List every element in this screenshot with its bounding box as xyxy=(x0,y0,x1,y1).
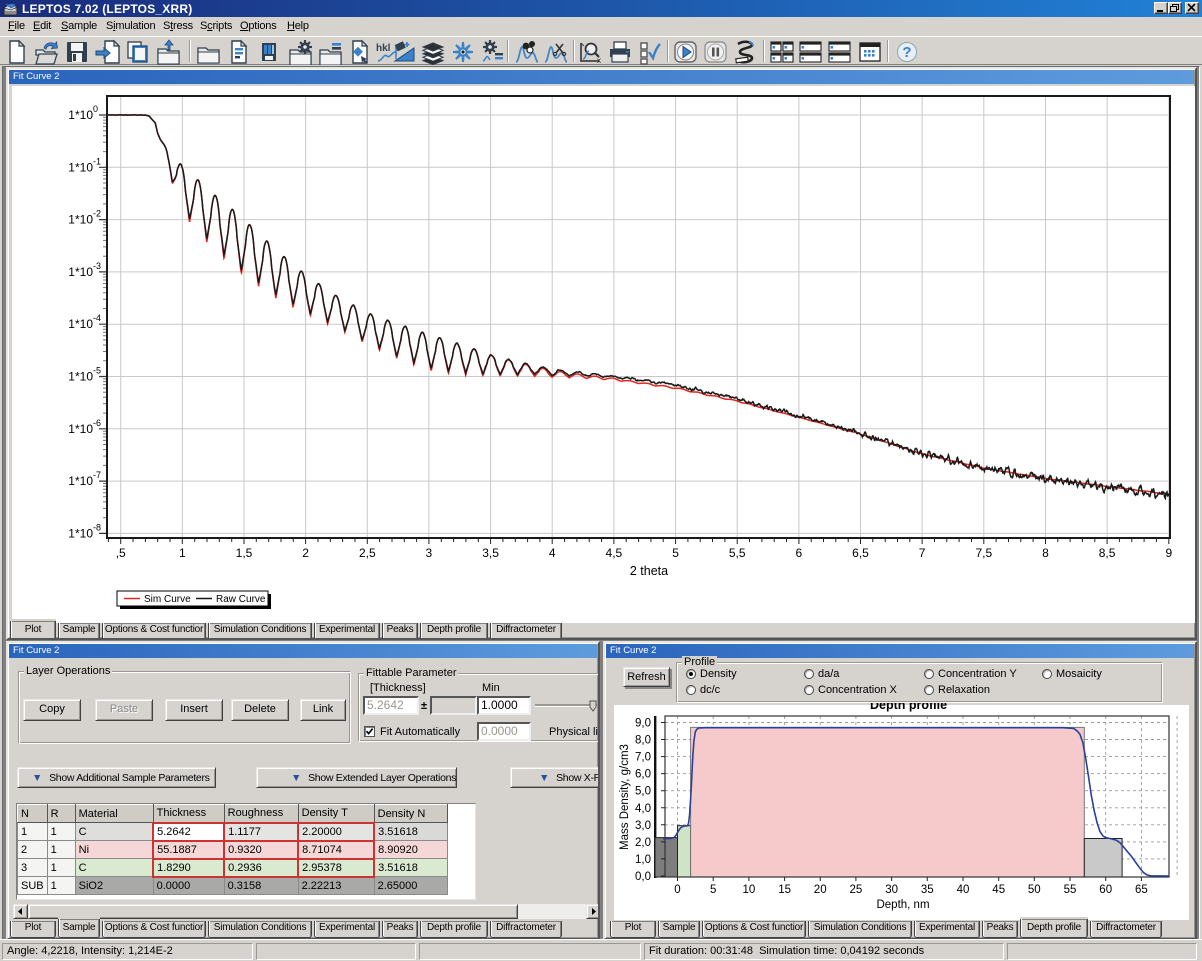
svg-text:25: 25 xyxy=(850,884,863,896)
svg-text:2: 2 xyxy=(302,546,309,560)
svg-text:3,0: 3,0 xyxy=(635,820,651,832)
svg-text:2,0: 2,0 xyxy=(635,837,651,849)
svg-text:1*10: 1*10 xyxy=(68,370,93,384)
svg-text:5,0: 5,0 xyxy=(635,786,651,798)
svg-text:6: 6 xyxy=(796,546,803,560)
svg-text:6,5: 6,5 xyxy=(852,546,869,560)
svg-text:2 theta: 2 theta xyxy=(630,564,668,578)
svg-text:9: 9 xyxy=(1165,546,1172,560)
svg-text:0: 0 xyxy=(674,884,680,896)
svg-text:8,0: 8,0 xyxy=(635,735,651,747)
svg-text:Sim Curve: Sim Curve xyxy=(144,594,191,605)
svg-text:1*10: 1*10 xyxy=(68,213,93,227)
svg-text:Mass Density, g/cm3: Mass Density, g/cm3 xyxy=(619,744,631,850)
svg-text:-5: -5 xyxy=(93,366,101,376)
svg-text:20: 20 xyxy=(814,884,827,896)
svg-text:2,5: 2,5 xyxy=(359,546,376,560)
svg-text:-7: -7 xyxy=(93,470,101,480)
svg-text:Raw Curve: Raw Curve xyxy=(216,594,266,605)
svg-text:15: 15 xyxy=(778,884,791,896)
svg-text:-6: -6 xyxy=(93,418,101,428)
svg-text:1*10: 1*10 xyxy=(68,160,93,174)
svg-text:hkl: hkl xyxy=(376,43,391,54)
svg-text:1*10: 1*10 xyxy=(68,108,93,122)
svg-text:-8: -8 xyxy=(93,522,101,532)
svg-text:5: 5 xyxy=(710,884,716,896)
svg-text:1: 1 xyxy=(179,546,186,560)
svg-text:4,5: 4,5 xyxy=(606,546,623,560)
svg-text:4,0: 4,0 xyxy=(635,803,651,815)
svg-text:8: 8 xyxy=(1042,546,1049,560)
svg-text:1,0: 1,0 xyxy=(635,854,651,866)
svg-text:7,0: 7,0 xyxy=(635,752,651,764)
svg-text:1*10: 1*10 xyxy=(68,422,93,436)
svg-text:-3: -3 xyxy=(93,261,101,271)
svg-text:7,5: 7,5 xyxy=(975,546,992,560)
svg-text:,5: ,5 xyxy=(116,546,126,560)
svg-text:1*10: 1*10 xyxy=(68,474,93,488)
svg-text:55: 55 xyxy=(1064,884,1077,896)
svg-text:3: 3 xyxy=(426,546,433,560)
svg-text:3,5: 3,5 xyxy=(482,546,499,560)
svg-text:1*10: 1*10 xyxy=(68,317,93,331)
svg-text:1*10: 1*10 xyxy=(68,526,93,540)
svg-text:x: x xyxy=(597,56,601,65)
svg-text:10: 10 xyxy=(743,884,756,896)
svg-text:40: 40 xyxy=(957,884,970,896)
svg-text:65: 65 xyxy=(1135,884,1148,896)
svg-text:9,0: 9,0 xyxy=(635,718,651,730)
svg-text:Depth, nm: Depth, nm xyxy=(876,899,929,911)
svg-text:-4: -4 xyxy=(93,313,101,323)
svg-text:1,5: 1,5 xyxy=(236,546,253,560)
svg-text:?: ? xyxy=(902,44,911,61)
svg-text:0,0: 0,0 xyxy=(635,871,651,883)
svg-text:45: 45 xyxy=(992,884,1005,896)
svg-text:4: 4 xyxy=(549,546,556,560)
svg-text:-2: -2 xyxy=(93,209,101,219)
svg-text:6,0: 6,0 xyxy=(635,769,651,781)
svg-text:30: 30 xyxy=(885,884,898,896)
svg-text:5,5: 5,5 xyxy=(729,546,746,560)
svg-text:7: 7 xyxy=(919,546,926,560)
svg-text:-1: -1 xyxy=(93,156,101,166)
svg-text:60: 60 xyxy=(1099,884,1112,896)
svg-text:35: 35 xyxy=(921,884,934,896)
svg-text:8,5: 8,5 xyxy=(1099,546,1116,560)
svg-text:0: 0 xyxy=(93,104,98,114)
svg-text:5: 5 xyxy=(672,546,679,560)
svg-text:50: 50 xyxy=(1028,884,1041,896)
svg-text:1*10: 1*10 xyxy=(68,265,93,279)
